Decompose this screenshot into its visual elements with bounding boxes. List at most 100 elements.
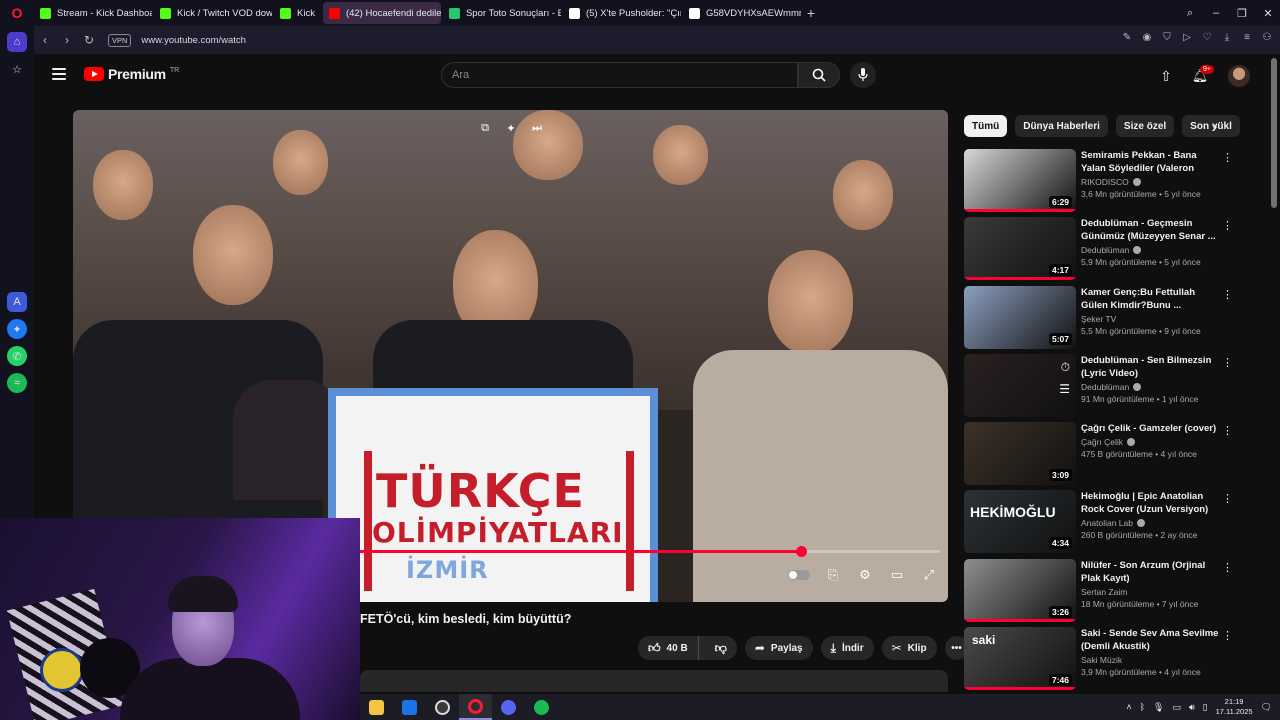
channel-name[interactable]: Dedublüman [1081,382,1221,392]
camera-icon[interactable]: ◉ [1140,32,1154,43]
recommendation-title[interactable]: Nilüfer - Son Arzum (Orjinal Plak Kayıt) [1081,559,1221,585]
whatsapp-icon[interactable]: ✆ [7,346,27,366]
channel-name[interactable]: Saki Müzik [1081,655,1221,665]
filter-chip[interactable]: Size özel [1115,115,1175,137]
channel-name[interactable]: RIKODISCO [1081,177,1221,187]
home-icon[interactable]: ⌂ [7,32,27,52]
subtitles-icon[interactable]: ⎘ [824,566,842,584]
browser-tab[interactable]: Kick / Twitch VOD downlo [154,2,272,24]
more-vert-icon[interactable]: ⋮ [1222,424,1233,437]
browser-tab[interactable]: (42) Hocaefendi dediler, ... [322,2,441,24]
add-to-queue-icon[interactable]: ☰ [1059,382,1070,396]
progress-scrubber[interactable] [795,546,807,557]
opera-logo-icon[interactable]: O [0,0,34,26]
more-vert-icon[interactable]: ⋮ [1222,492,1233,505]
avatar[interactable] [1228,65,1250,87]
channel-name[interactable]: Şeker TV [1081,314,1221,324]
notifications-icon[interactable]: 🗨︎ [1261,702,1272,713]
back-button[interactable]: ‹ [34,33,56,47]
description-box[interactable] [360,670,948,692]
recommendation-title[interactable]: Dedublüman - Sen Bilmezsin (Lyric Video) [1081,354,1221,380]
search-tabs-icon[interactable]: ⌕ [1178,7,1202,20]
recommendation-title[interactable]: Dedublüman - Geçmesin Günümüz (Müzeyyen … [1081,217,1221,243]
more-vert-icon[interactable]: ⋮ [1222,561,1233,574]
play-icon[interactable]: ▷ [1180,32,1194,43]
close-window-button[interactable]: ✕ [1256,7,1280,20]
search-input[interactable] [452,69,797,81]
like-button[interactable]: 👍︎ 40 B [638,636,699,660]
dislike-button[interactable]: 👎︎ [705,636,737,660]
recommendation-title[interactable]: Çağrı Çelik - Gamzeler (cover) [1081,422,1221,435]
shield-icon[interactable]: ⛉ [1160,32,1174,43]
recommendation-item[interactable]: ⏱ ☰ Dedublüman - Sen Bilmezsin (Lyric Vide… [964,353,1234,422]
recommendation-title[interactable]: Hekimoğlu | Epic Anatolian Rock Cover (U… [1081,490,1221,516]
download-button[interactable]: ⤓ İndir [820,636,874,660]
voice-search-button[interactable] [850,62,876,88]
reload-button[interactable]: ↻ [78,33,100,47]
recommendation-item[interactable]: 4:17 Dedublüman - Geçmesin Günümüz (Müzey… [964,217,1234,285]
maximize-button[interactable]: ❐ [1230,7,1254,20]
channel-name[interactable]: Dedublüman [1081,245,1221,255]
recommendation-item[interactable]: saki 7:46 Saki - Sende Sev Ama Sevilme (De… [964,627,1234,695]
clip-button[interactable]: ✂ Klip [881,636,937,660]
video-thumbnail[interactable]: ⏱ ☰ [964,353,1076,417]
channel-name[interactable]: Anatolian Lab [1081,518,1221,528]
sparkle-icon[interactable]: ✦ [504,122,518,136]
tray-network-icon[interactable]: ▭ [1172,702,1181,713]
recommendation-item[interactable]: 6:29 Semiramis Pekkan - Bana Yalan Söyled… [964,149,1234,217]
browser-tab[interactable]: Spor Toto Sonuçları - Bilyo [443,2,561,24]
recommendation-item[interactable]: 3:09 Çağrı Çelik - Gamzeler (cover) Çağrı … [964,422,1234,490]
filter-chip[interactable]: Dünya Haberleri [1015,115,1108,137]
video-thumbnail[interactable]: 3:09 [964,422,1076,486]
browser-tab[interactable]: Kick [274,2,321,24]
taskbar-discord[interactable] [492,694,525,720]
tray-battery-icon[interactable]: ▯ [1203,702,1208,713]
youtube-logo[interactable]: Premium TR [84,66,179,82]
more-vert-icon[interactable]: ⋮ [1222,219,1233,232]
page-scrollbar[interactable] [1271,58,1277,688]
heart-icon[interactable]: ♡ [1200,32,1214,43]
edit-icon[interactable]: ✎ [1120,32,1134,43]
video-thumbnail[interactable]: HEKİMOĞLU 4:34 [964,490,1076,554]
taskbar-file-explorer[interactable] [360,694,393,720]
messenger-icon[interactable]: ✦ [7,319,27,339]
share-button[interactable]: ➦ Paylaş [744,636,813,660]
aria-icon[interactable]: A [7,292,27,312]
system-clock[interactable]: 21:19 17.11.2025 [1216,697,1253,717]
download-icon[interactable]: ⤓ [1220,32,1234,43]
video-thumbnail[interactable]: saki 7:46 [964,627,1076,691]
autoplay-toggle[interactable] [788,570,810,580]
hamburger-menu-icon[interactable] [52,68,66,80]
video-thumbnail[interactable]: 5:07 [964,285,1076,349]
taskbar-spotify[interactable] [525,694,558,720]
fullscreen-icon[interactable]: ⤢ [920,566,938,584]
miniplayer-icon[interactable]: ⧉ [478,122,492,136]
taskbar-opera[interactable] [459,694,492,720]
tray-volume-icon[interactable]: 🔊︎ [1189,702,1195,713]
channel-name[interactable]: Sertan Zaim [1081,587,1221,597]
recommendation-item[interactable]: 5:07 Kamer Genç:Bu Fettullah Gülen Kimdir… [964,285,1234,354]
chevron-right-icon[interactable]: › [1206,117,1224,135]
taskbar-outlook[interactable] [393,694,426,720]
menu-icon[interactable]: ≡ [1240,32,1254,43]
watch-later-icon[interactable]: ⏱ [1061,360,1070,375]
recommendation-title[interactable]: Saki - Sende Sev Ama Sevilme (Demli Akus… [1081,627,1221,653]
taskbar-obs[interactable] [426,694,459,720]
url-field[interactable]: www.youtube.com/watch [141,35,246,46]
new-tab-button[interactable]: + [801,3,821,23]
recommendation-item[interactable]: HEKİMOĞLU 4:34 Hekimoğlu | Epic Anatolian … [964,490,1234,558]
more-vert-icon[interactable]: ⋮ [1222,151,1233,164]
browser-tab[interactable]: Stream - Kick Dashboard [34,2,152,24]
more-vert-icon[interactable]: ⋮ [1222,356,1233,369]
vpn-badge[interactable]: VPN [108,33,132,47]
tray-chevron-up-icon[interactable]: ˄ [1126,702,1131,712]
skip-next-icon[interactable]: ⏭ [530,122,544,136]
search-button[interactable] [798,62,840,88]
video-thumbnail[interactable]: 4:17 [964,217,1076,281]
settings-gear-icon[interactable]: ⚙ [856,566,874,584]
upload-icon[interactable]: ⇧ [1156,66,1176,86]
theater-mode-icon[interactable]: ▭ [888,566,906,584]
profile-icon[interactable]: ⚇ [1260,32,1274,43]
recommendation-title[interactable]: Kamer Genç:Bu Fettullah Gülen Kimdir?Bun… [1081,286,1221,312]
tray-mic-icon[interactable]: 🎙︎ [1153,702,1164,713]
